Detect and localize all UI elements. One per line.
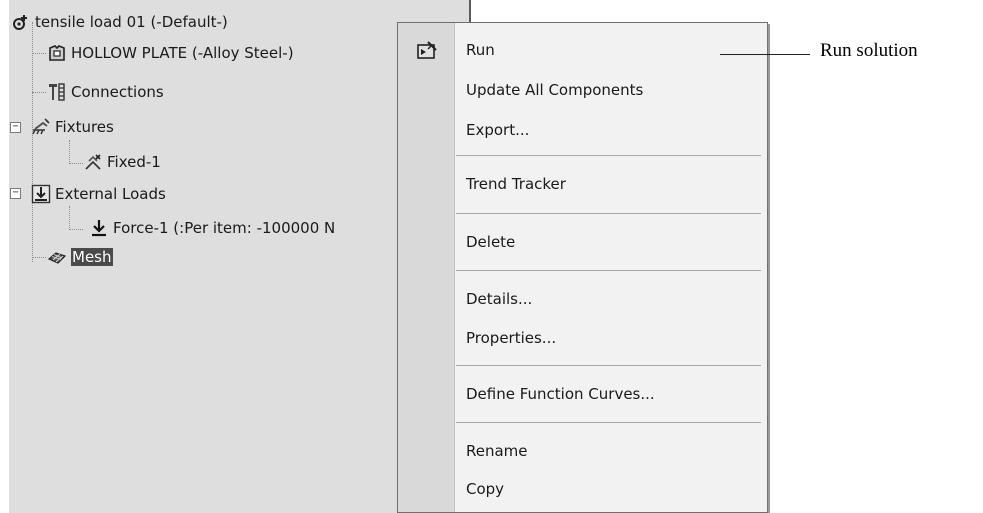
tree-item-force-1-label: Force-1 (:Per item: -100000 N <box>113 219 336 237</box>
menu-separator <box>456 155 761 156</box>
fixtures-collapse-toggle[interactable]: − <box>10 122 21 133</box>
menu-item-export[interactable]: Export... <box>466 119 529 141</box>
part-icon <box>49 45 65 61</box>
connections-icon <box>49 83 65 101</box>
menu-item-define-function-curves[interactable]: Define Function Curves... <box>466 383 655 405</box>
menu-item-update-all-components[interactable]: Update All Components <box>466 79 643 101</box>
tree-item-fixtures[interactable]: Fixtures <box>31 115 114 139</box>
tree-connector <box>69 206 70 230</box>
tree-item-fixtures-label: Fixtures <box>55 118 114 136</box>
menu-item-copy[interactable]: Copy <box>466 478 504 500</box>
tree-item-part[interactable]: HOLLOW PLATE (-Alloy Steel-) <box>47 41 294 65</box>
menu-item-details[interactable]: Details... <box>466 288 532 310</box>
tree-item-mesh-label: Mesh <box>71 248 113 266</box>
tree-item-connections-label: Connections <box>71 83 164 101</box>
menu-item-delete[interactable]: Delete <box>466 231 515 253</box>
menu-separator <box>456 213 761 214</box>
external-loads-collapse-toggle[interactable]: − <box>10 188 21 199</box>
tree-item-part-label: HOLLOW PLATE (-Alloy Steel-) <box>71 44 294 62</box>
tree-item-mesh[interactable]: Mesh <box>47 245 113 269</box>
tree-item-fixed-1[interactable]: Fixed-1 <box>83 150 161 174</box>
tree-item-force-1[interactable]: Force-1 (:Per item: -100000 N <box>89 216 335 240</box>
menu-item-properties[interactable]: Properties... <box>466 327 556 349</box>
study-icon <box>13 15 27 30</box>
tree-item-study[interactable]: tensile load 01 (-Default-) <box>11 10 228 34</box>
fixtures-icon <box>32 118 50 135</box>
callout-run-solution: Run solution <box>820 40 918 61</box>
menu-icon-gutter <box>398 23 455 512</box>
tree-connector <box>69 163 83 164</box>
tree-item-fixed-1-label: Fixed-1 <box>107 153 161 171</box>
tree-item-external-loads-label: External Loads <box>55 185 166 203</box>
menu-separator <box>456 270 761 271</box>
tree-connector <box>69 229 83 230</box>
menu-separator <box>456 365 761 366</box>
mesh-icon <box>47 252 67 264</box>
run-icon <box>417 41 437 59</box>
menu-item-rename[interactable]: Rename <box>466 440 528 462</box>
menu-item-trend-tracker[interactable]: Trend Tracker <box>466 173 566 195</box>
tree-item-study-label: tensile load 01 (-Default-) <box>35 13 228 31</box>
callout-leader-line <box>720 54 810 55</box>
tree-connector <box>69 140 70 164</box>
context-menu: Run Update All Components Export... Tren… <box>397 22 768 513</box>
fixed-geometry-icon <box>85 154 101 170</box>
menu-separator <box>456 422 761 423</box>
external-loads-icon <box>31 184 51 204</box>
tree-connector <box>32 92 46 93</box>
tree-item-connections[interactable]: Connections <box>47 80 164 104</box>
tree-connector <box>32 53 46 54</box>
force-arrow-icon <box>92 220 106 237</box>
menu-item-run[interactable]: Run <box>466 39 495 61</box>
tree-connector <box>32 257 46 258</box>
tree-connector <box>32 22 33 262</box>
tree-item-external-loads[interactable]: External Loads <box>31 182 166 206</box>
